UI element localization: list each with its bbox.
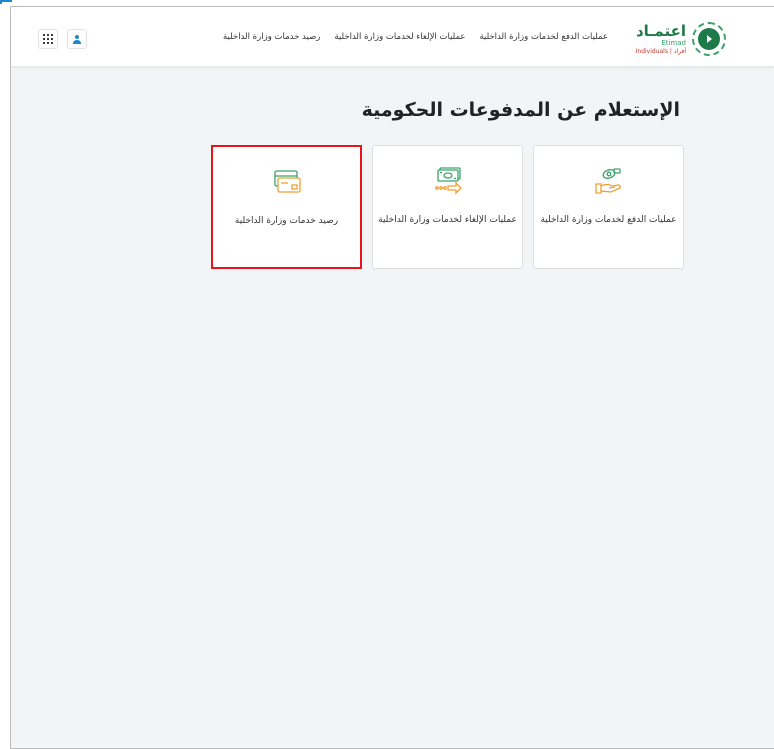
card-balance-icon xyxy=(270,167,304,197)
cash-refund-icon xyxy=(431,166,465,196)
user-icon xyxy=(73,35,81,44)
nav-balance[interactable]: رصيد خدمات وزارة الداخلية xyxy=(223,32,320,42)
etimad-logo[interactable]: اعتمـاد Etimad Individuals | أفراد xyxy=(636,19,726,59)
card-cancellations[interactable]: عمليات الإلغاء لخدمات وزارة الداخلية xyxy=(372,145,523,269)
card-label: عمليات الإلغاء لخدمات وزارة الداخلية xyxy=(378,215,517,225)
logo-emblem-icon xyxy=(692,22,726,56)
apps-grid-icon xyxy=(43,34,53,44)
main-nav: عمليات الدفع لخدمات وزارة الداخلية عمليا… xyxy=(223,7,608,67)
corner-mark xyxy=(0,0,12,4)
hand-money-icon xyxy=(592,166,626,196)
card-label: رصيد خدمات وزارة الداخلية xyxy=(234,216,339,226)
apps-button[interactable] xyxy=(38,29,58,49)
logo-text: اعتمـاد Etimad Individuals | أفراد xyxy=(635,21,686,55)
card-balance[interactable]: رصيد خدمات وزارة الداخلية xyxy=(211,145,362,269)
nav-cancellations[interactable]: عمليات الإلغاء لخدمات وزارة الداخلية xyxy=(334,32,465,42)
top-header: اعتمـاد Etimad Individuals | أفراد عمليا… xyxy=(11,7,774,67)
logo-sub: Individuals | أفراد xyxy=(635,47,686,55)
page-title: الإستعلام عن المدفوعات الحكومية xyxy=(361,99,680,121)
card-payments[interactable]: عمليات الدفع لخدمات وزارة الداخلية xyxy=(533,145,684,269)
logo-arabic: اعتمـاد xyxy=(635,21,686,40)
card-label: عمليات الدفع لخدمات وزارة الداخلية xyxy=(540,215,677,225)
app-frame: اعتمـاد Etimad Individuals | أفراد عمليا… xyxy=(10,6,774,749)
logo-english: Etimad xyxy=(661,38,686,47)
user-button[interactable] xyxy=(67,29,87,49)
nav-payments[interactable]: عمليات الدفع لخدمات وزارة الداخلية xyxy=(479,32,608,42)
